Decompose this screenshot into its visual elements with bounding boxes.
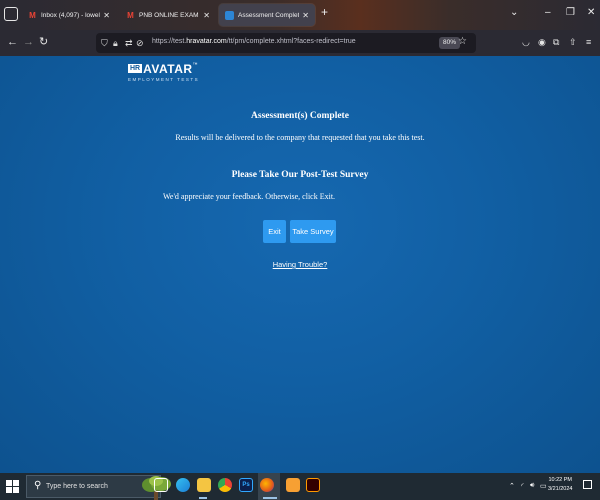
close-icon[interactable]: ✕ [302, 11, 309, 20]
tab-strip: M Inbox (4,097) - lowelltebrero@... ✕ M … [0, 0, 600, 30]
windows-taskbar: ⚲ Type here to search Ps ⌃ ◜ 🔊︎ ▭ 10:22 … [0, 473, 600, 500]
battery-icon[interactable]: ▭ [540, 482, 547, 490]
firefox-running-indicator [263, 497, 277, 499]
tab-assessment-complete[interactable]: Assessment Complete ✕ [219, 4, 315, 26]
close-icon[interactable]: ✕ [203, 11, 210, 20]
firefox-icon[interactable] [260, 478, 274, 492]
page-title: Assessment(s) Complete [251, 111, 349, 121]
url-text[interactable]: https://test.hravatar.com/tt/pm/complete… [152, 38, 356, 45]
notification-center-icon[interactable] [583, 480, 592, 489]
extensions-icon[interactable]: ⧉ [553, 37, 559, 47]
clock-date: 3/21/2024 [548, 486, 573, 492]
taskbar-search-box[interactable]: ⚲ Type here to search [26, 475, 171, 500]
volume-icon[interactable]: 🔊︎ [530, 482, 534, 490]
task-view-icon[interactable] [154, 478, 168, 492]
windows-start-icon[interactable] [6, 480, 19, 493]
tab-title: PNB ONLINE EXAM AND FORM... [139, 11, 200, 19]
share-icon[interactable]: ⇧ [569, 37, 577, 47]
bookmark-star-icon[interactable]: ☆ [458, 36, 467, 47]
edge-icon[interactable] [176, 478, 190, 492]
search-icon: ⚲ [34, 480, 42, 491]
shield-icon[interactable]: ⛉ [101, 38, 108, 48]
account-icon[interactable]: ◉ [538, 37, 546, 47]
system-clock[interactable]: 10:22 PM 3/21/2024 [548, 476, 572, 494]
clock-time: 10:22 PM [548, 477, 572, 483]
tab-overview-button[interactable] [4, 7, 18, 21]
tab-title: Inbox (4,097) - lowelltebrero@... [41, 11, 100, 19]
back-arrow-icon[interactable]: ← [7, 36, 18, 48]
hr-favicon-icon [225, 10, 234, 20]
app-orange-icon[interactable] [286, 478, 300, 492]
gmail-icon: M [127, 10, 134, 20]
search-placeholder: Type here to search [46, 483, 108, 490]
list-all-tabs-icon[interactable]: ⌄ [510, 7, 518, 18]
nav-bar: ← → ↻ ⛉ 🔒︎ ⇄ ⊘ https://test.hravatar.com… [0, 30, 600, 56]
camera-blocked-icon[interactable]: ⊘ [136, 38, 144, 48]
network-icon[interactable]: ◜ [521, 482, 524, 490]
results-message: Results will be delivered to the company… [175, 133, 425, 142]
new-tab-button[interactable]: + [321, 5, 328, 19]
tab-pnb-exam[interactable]: M PNB ONLINE EXAM AND FORM... ✕ [120, 4, 216, 26]
pocket-icon[interactable]: ◡ [522, 37, 530, 47]
logo-trademark: ™ [192, 62, 198, 68]
exit-button[interactable]: Exit [263, 220, 286, 243]
show-hidden-icons-icon[interactable]: ⌃ [509, 482, 515, 490]
lock-icon[interactable]: 🔒︎ [113, 38, 118, 48]
chrome-icon[interactable] [218, 478, 232, 492]
spacer2-icon [241, 478, 255, 492]
close-icon[interactable]: ✕ [103, 11, 110, 20]
take-survey-button[interactable]: Take Survey [290, 220, 336, 243]
close-window-icon[interactable]: ✕ [587, 7, 595, 18]
tab-title: Assessment Complete [238, 11, 300, 19]
logo-tagline: EMPLOYMENT TESTS [128, 77, 200, 82]
page-content: HR AVATAR™ EMPLOYMENT TESTS Assessment(s)… [0, 56, 600, 473]
maximize-icon[interactable]: ❐ [566, 7, 575, 18]
logo-badge: HR [128, 64, 143, 73]
minimize-icon[interactable]: – [545, 7, 551, 18]
having-trouble-link-text[interactable]: Having Trouble? [273, 260, 328, 269]
menu-icon[interactable]: ≡ [586, 37, 591, 47]
reload-icon[interactable]: ↻ [39, 36, 48, 48]
tab-inbox[interactable]: M Inbox (4,097) - lowelltebrero@... ✕ [22, 4, 116, 26]
logo-name: AVATAR [143, 62, 193, 76]
explorer-running-indicator [199, 497, 207, 499]
zoom-level-badge[interactable]: 80% [439, 37, 461, 49]
permissions-icon[interactable]: ⇄ [125, 38, 133, 48]
having-trouble-link: Having Trouble? [0, 260, 600, 269]
address-bar[interactable]: ⛉ 🔒︎ ⇄ ⊘ https://test.hravatar.com/tt/pm… [96, 33, 476, 53]
forward-arrow-icon[interactable]: → [23, 36, 34, 48]
survey-heading: Please Take Our Post-Test Survey [231, 170, 369, 180]
file-explorer-icon[interactable] [197, 478, 211, 492]
feedback-message: We'd appreciate your feedback. Otherwise… [163, 192, 336, 201]
illustrator-icon[interactable] [306, 478, 320, 492]
gmail-icon: M [29, 10, 36, 20]
hr-avatar-logo[interactable]: HR AVATAR™ EMPLOYMENT TESTS [128, 62, 200, 82]
